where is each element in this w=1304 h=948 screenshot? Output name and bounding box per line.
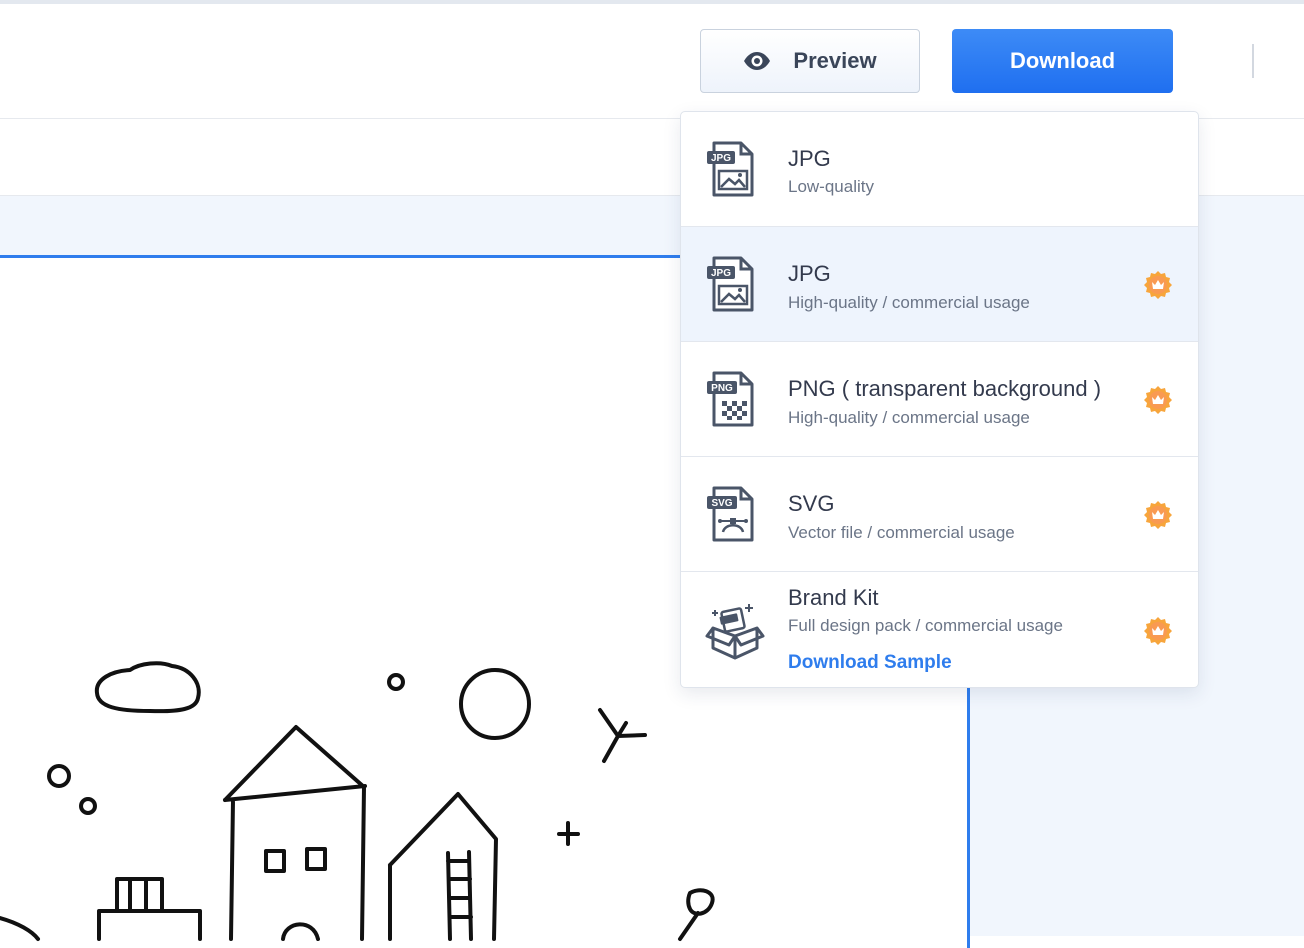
png-badge-label: PNG bbox=[711, 383, 733, 394]
small-circle-doodle bbox=[387, 673, 405, 691]
option-title: Brand Kit bbox=[788, 585, 879, 610]
option-title: SVG bbox=[788, 491, 835, 516]
option-subtitle: Full design pack / commercial usage bbox=[788, 616, 1063, 635]
option-subtitle: Low-quality bbox=[788, 177, 874, 196]
jpg-badge-label: JPG bbox=[711, 268, 731, 279]
download-option-brand-kit[interactable]: Brand Kit Full design pack / commercial … bbox=[681, 572, 1198, 687]
download-sample-link[interactable]: Download Sample bbox=[788, 652, 952, 674]
jpg-file-icon: JPG bbox=[707, 141, 754, 197]
png-file-icon: PNG bbox=[707, 371, 754, 427]
bubble-doodle bbox=[47, 764, 71, 788]
download-option-png[interactable]: PNG PNG ( transparent background ) High-… bbox=[681, 342, 1198, 457]
big-circle-doodle bbox=[459, 668, 531, 740]
premium-crown-icon bbox=[1144, 501, 1172, 529]
option-title: JPG bbox=[788, 261, 831, 286]
plus-doodle bbox=[557, 821, 580, 846]
chimney-building-doodle bbox=[97, 877, 202, 941]
premium-crown-icon bbox=[1144, 271, 1172, 299]
bubble-doodle bbox=[79, 797, 97, 815]
download-option-jpg-low[interactable]: JPG JPG Low-quality bbox=[681, 112, 1198, 227]
preview-button[interactable]: Preview bbox=[700, 29, 920, 93]
ladder-doodle bbox=[446, 850, 473, 941]
download-option-jpg-high[interactable]: JPG JPG High-quality / commercial usage bbox=[681, 227, 1198, 342]
option-subtitle: High-quality / commercial usage bbox=[788, 408, 1030, 427]
window-doodle bbox=[264, 847, 327, 873]
cloud-doodle bbox=[94, 661, 201, 714]
eye-icon bbox=[744, 52, 771, 70]
svg-badge-label: SVG bbox=[711, 498, 732, 509]
premium-crown-icon bbox=[1144, 617, 1172, 645]
option-title: JPG bbox=[788, 146, 831, 171]
brand-kit-box-icon bbox=[705, 604, 765, 660]
door-doodle bbox=[281, 922, 320, 941]
tower-doodle bbox=[388, 792, 498, 941]
download-option-svg[interactable]: SVG SVG Vector file / commercial usage bbox=[681, 457, 1198, 572]
jpg-file-icon: JPG bbox=[707, 256, 754, 312]
download-button-label: Download bbox=[1009, 48, 1116, 73]
preview-button-label: Preview bbox=[793, 48, 877, 73]
svg-file-icon: SVG bbox=[707, 486, 754, 542]
house-doodle bbox=[223, 725, 367, 941]
download-options-menu: JPG JPG Low-quality JPG JPG High-quality… bbox=[680, 111, 1199, 688]
option-title: PNG ( transparent background ) bbox=[788, 376, 1102, 401]
option-subtitle: Vector file / commercial usage bbox=[788, 523, 1015, 542]
option-subtitle: High-quality / commercial usage bbox=[788, 293, 1030, 312]
plant-doodle bbox=[678, 888, 715, 941]
jpg-badge-label: JPG bbox=[711, 153, 731, 164]
premium-crown-icon bbox=[1144, 386, 1172, 414]
download-button[interactable]: Download bbox=[952, 29, 1173, 93]
toolbar-divider bbox=[1252, 44, 1254, 78]
bird-doodle bbox=[598, 708, 647, 763]
